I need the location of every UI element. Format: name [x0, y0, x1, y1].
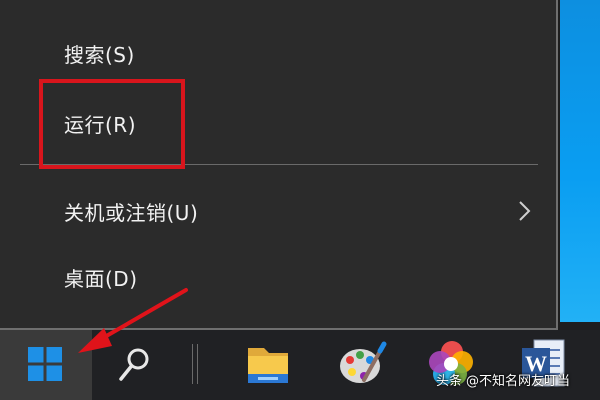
search-icon	[119, 348, 149, 381]
menu-item-desktop-label: 桌面(D)	[64, 266, 138, 291]
taskbar-app-file-explorer[interactable]	[240, 334, 296, 394]
taskbar-app-paint[interactable]	[334, 334, 390, 394]
watermark-brand: 头条	[436, 373, 463, 389]
menu-divider	[20, 164, 538, 165]
menu-item-run[interactable]: 运行(R)	[0, 98, 556, 148]
menu-item-shutdown-or-signout[interactable]: 关机或注销(U)	[0, 186, 556, 236]
menu-item-search[interactable]: 搜索(S)	[0, 28, 556, 78]
watermark-handle: @不知名网友叮当	[466, 373, 571, 389]
desktop-background	[560, 0, 600, 322]
start-button[interactable]	[0, 330, 92, 400]
paint-icon	[340, 341, 387, 383]
watermark: 头条 @不知名网友叮当	[436, 368, 570, 390]
menu-item-shutdown-label: 关机或注销(U)	[64, 200, 199, 225]
taskbar-separator	[192, 344, 198, 384]
menu-item-search-label: 搜索(S)	[64, 42, 135, 67]
menu-item-run-label: 运行(R)	[64, 112, 137, 137]
chevron-right-icon	[519, 201, 531, 221]
start-context-menu: 搜索(S) 运行(R) 关机或注销(U) 桌面(D)	[0, 0, 558, 330]
windows-logo-icon	[28, 347, 62, 381]
menu-item-desktop[interactable]: 桌面(D)	[0, 252, 556, 302]
file-explorer-icon	[248, 348, 288, 383]
taskbar-search-button[interactable]	[108, 338, 160, 392]
